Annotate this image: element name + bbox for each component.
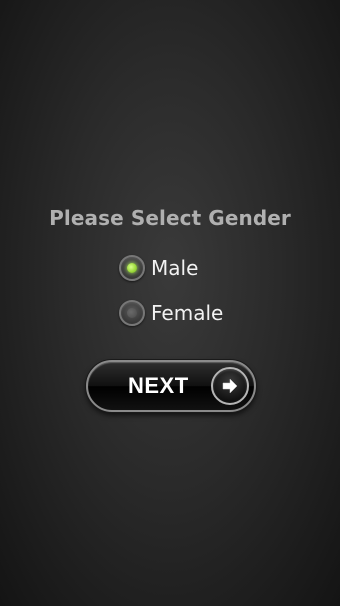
arrow-right-icon	[211, 367, 249, 405]
page-title: Please Select Gender	[49, 206, 291, 230]
gender-option-male[interactable]: Male	[119, 252, 198, 284]
female-label: Female	[151, 301, 224, 325]
next-button-label: NEXT	[128, 373, 189, 398]
radio-unchecked-indicator	[127, 308, 137, 318]
gender-selection-screen: Please Select Gender Male Female NEXT	[0, 0, 340, 606]
male-radio-button[interactable]	[119, 255, 145, 281]
next-button[interactable]: NEXT	[86, 360, 256, 412]
gender-option-female[interactable]: Female	[119, 297, 223, 329]
female-radio-button[interactable]	[119, 300, 145, 326]
male-label: Male	[151, 256, 199, 280]
radio-checked-indicator	[127, 263, 137, 273]
